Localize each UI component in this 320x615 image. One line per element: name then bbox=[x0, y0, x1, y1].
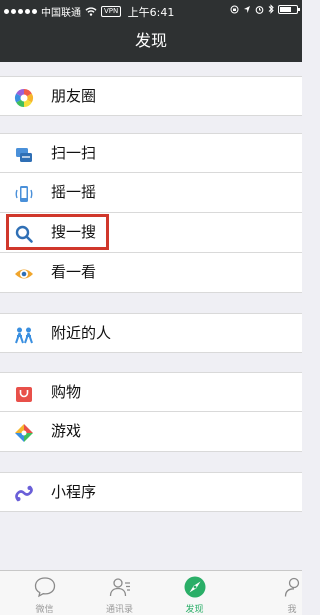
games-diamond-icon bbox=[15, 424, 33, 442]
tab-bar: 微信 通讯录 发现 我 bbox=[0, 570, 302, 615]
tab-me[interactable]: 我 bbox=[282, 571, 320, 615]
menu-item-nearby[interactable]: 附近的人 bbox=[0, 313, 302, 353]
tab-contacts[interactable]: 通讯录 bbox=[82, 571, 157, 615]
moments-aperture-icon bbox=[14, 89, 34, 107]
menu-label-search: 搜一搜 bbox=[51, 223, 97, 241]
menu-item-mini-programs[interactable]: 小程序 bbox=[0, 472, 302, 512]
scan-icon bbox=[16, 148, 32, 162]
shopping-bag-icon bbox=[16, 387, 32, 402]
tab-label-discover: 发现 bbox=[185, 605, 204, 615]
shake-phone-icon bbox=[15, 186, 33, 202]
person-icon bbox=[284, 577, 300, 597]
tab-discover[interactable]: 发现 bbox=[157, 571, 232, 615]
mini-program-icon bbox=[15, 485, 33, 502]
page-title: 发现 bbox=[134, 31, 167, 50]
location-arrow-icon bbox=[244, 5, 250, 13]
menu-label-scan: 扫一扫 bbox=[51, 144, 97, 162]
nearby-people-icon bbox=[15, 327, 33, 344]
menu-item-search[interactable]: 搜一搜 bbox=[0, 213, 302, 253]
menu-label-mini-programs: 小程序 bbox=[51, 483, 97, 501]
eye-icon bbox=[15, 269, 33, 279]
menu-item-shake[interactable]: 摇一摇 bbox=[0, 173, 302, 213]
menu-item-scan[interactable]: 扫一扫 bbox=[0, 133, 302, 173]
tab-label-chats: 微信 bbox=[35, 605, 54, 615]
search-icon bbox=[15, 225, 33, 243]
alarm-icon bbox=[255, 5, 264, 14]
menu-label-shake: 摇一摇 bbox=[51, 183, 97, 201]
tab-label-me: 我 bbox=[287, 605, 297, 615]
tab-chats[interactable]: 微信 bbox=[7, 571, 82, 615]
menu-label-shopping: 购物 bbox=[51, 383, 82, 401]
contacts-icon bbox=[109, 578, 130, 597]
battery-icon bbox=[278, 4, 300, 14]
menu-item-games[interactable]: 游戏 bbox=[0, 412, 302, 452]
menu-item-moments[interactable]: 朋友圈 bbox=[0, 76, 302, 116]
menu-label-nearby: 附近的人 bbox=[51, 324, 112, 342]
nav-bar: 发现 bbox=[0, 20, 302, 62]
menu-item-shopping[interactable]: 购物 bbox=[0, 372, 302, 412]
compass-icon bbox=[184, 576, 206, 598]
rotation-lock-icon bbox=[230, 5, 239, 13]
menu-label-look: 看一看 bbox=[51, 263, 97, 281]
menu-label-games: 游戏 bbox=[51, 422, 82, 440]
status-bar: 中国联通 VPN 上午6:41 bbox=[0, 0, 302, 20]
status-right bbox=[230, 4, 300, 14]
menu-label-moments: 朋友圈 bbox=[51, 87, 97, 105]
tab-label-contacts: 通讯录 bbox=[105, 605, 133, 615]
bluetooth-icon bbox=[268, 4, 274, 14]
chat-bubble-icon bbox=[34, 577, 56, 598]
menu-item-look[interactable]: 看一看 bbox=[0, 253, 302, 293]
